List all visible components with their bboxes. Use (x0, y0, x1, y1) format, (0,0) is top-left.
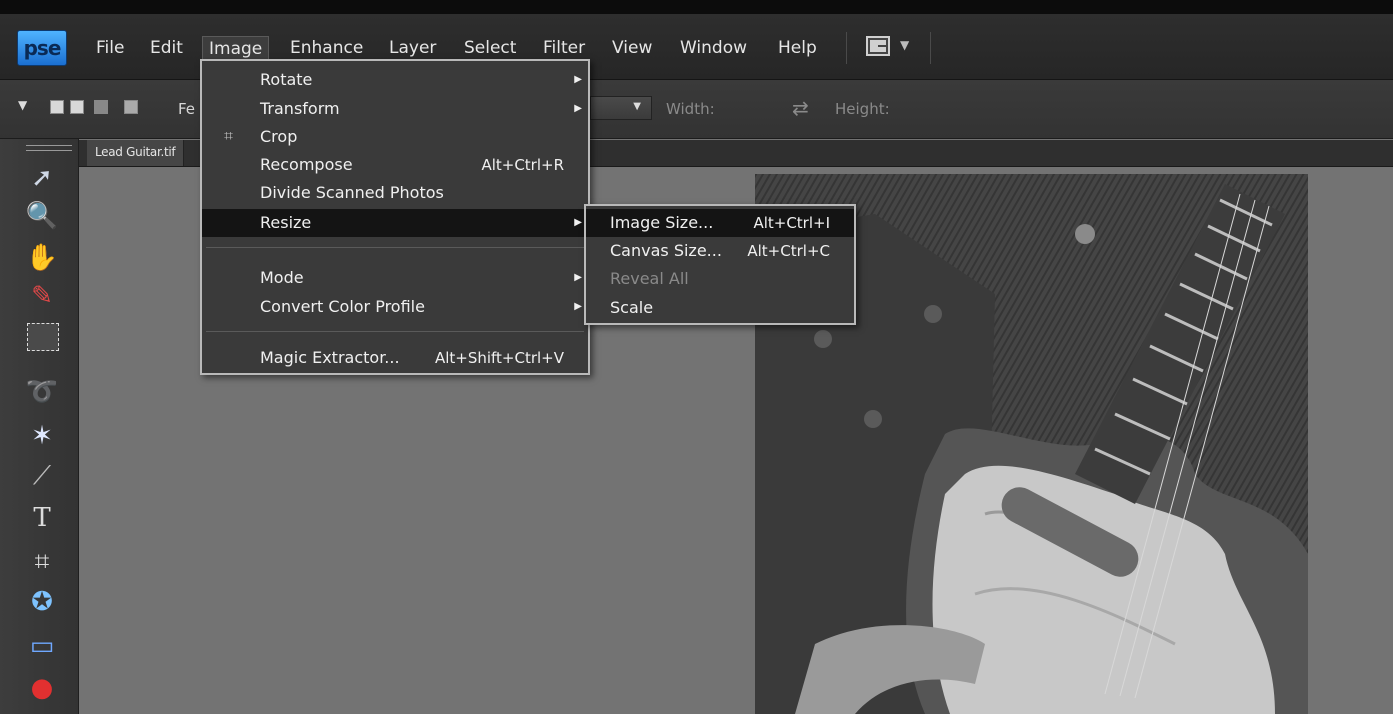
intersect-selection-icon[interactable] (124, 100, 138, 114)
document-tab[interactable]: Lead Guitar.tif (87, 140, 185, 166)
chevron-down-icon[interactable]: ▼ (900, 38, 909, 52)
menu-item-resize[interactable]: Resize ▶ (202, 209, 588, 237)
move-tool-icon[interactable]: ➚ (22, 161, 62, 195)
subtract-selection-icon[interactable] (94, 100, 108, 114)
menu-item-reveal-all: Reveal All (610, 269, 689, 288)
menu-item-mode[interactable]: Mode ▶ (202, 264, 588, 292)
menu-help[interactable]: Help (772, 36, 823, 60)
height-label: Height: (835, 100, 890, 118)
menu-separator (846, 32, 847, 64)
menu-item-convert-color-profile[interactable]: Convert Color Profile ▶ (202, 293, 588, 321)
menu-item-rotate[interactable]: Rotate ▶ (202, 66, 588, 94)
menu-item-scale[interactable]: Scale (586, 294, 854, 322)
crop-icon: ⌗ (224, 126, 234, 145)
menu-item-recompose[interactable]: Recompose Alt+Ctrl+R (202, 151, 588, 179)
menu-window[interactable]: Window (674, 36, 753, 60)
quick-selection-tool-icon[interactable]: ⟋ (22, 459, 62, 493)
mode-dropdown[interactable] (590, 96, 652, 120)
menu-separator (206, 331, 584, 332)
zoom-tool-icon[interactable]: 🔍 (22, 199, 62, 233)
menu-edit[interactable]: Edit (144, 36, 189, 60)
magic-wand-tool-icon[interactable]: ✶ (22, 419, 62, 453)
toolbox-grip[interactable] (26, 145, 72, 151)
menu-layer[interactable]: Layer (383, 36, 442, 60)
menu-separator (930, 32, 931, 64)
menu-image[interactable]: Image (202, 36, 270, 61)
lasso-tool-icon[interactable]: ➰ (22, 375, 62, 409)
layout-icon[interactable] (866, 36, 890, 56)
selection-mode-group (44, 98, 154, 116)
submenu-arrow-icon: ▶ (574, 103, 582, 114)
type-tool-icon[interactable]: T (22, 501, 62, 535)
menu-filter[interactable]: Filter (537, 36, 591, 60)
submenu-arrow-icon: ▶ (574, 74, 582, 85)
menu-item-image-size[interactable]: Image Size... Alt+Ctrl+I (586, 209, 854, 237)
menu-item-canvas-size[interactable]: Canvas Size... Alt+Ctrl+C (586, 237, 854, 265)
window-top-border (0, 0, 1393, 14)
new-selection-icon[interactable] (50, 100, 64, 114)
feather-label: Fe (178, 100, 196, 118)
cookie-cutter-tool-icon[interactable]: ✪ (22, 585, 62, 619)
submenu-arrow-icon: ▶ (574, 217, 582, 228)
hand-tool-icon[interactable]: ✋ (22, 241, 62, 275)
eyedropper-tool-icon[interactable]: ✎ (22, 279, 62, 313)
image-menu-dropdown: Rotate ▶ Transform ▶ ⌗ Crop Recompose Al… (200, 59, 590, 375)
menu-select[interactable]: Select (458, 36, 522, 60)
app-logo: pse (17, 30, 67, 66)
menu-item-magic-extractor[interactable]: Magic Extractor... Alt+Shift+Ctrl+V (202, 344, 588, 372)
tool-preset-chevron-icon[interactable]: ▼ (18, 98, 27, 112)
submenu-arrow-icon: ▶ (574, 272, 582, 283)
straighten-tool-icon[interactable]: ▭ (22, 629, 62, 663)
marquee-tool-icon[interactable] (27, 323, 59, 351)
menu-separator (206, 247, 584, 248)
menu-view[interactable]: View (606, 36, 658, 60)
resize-submenu: Image Size... Alt+Ctrl+I Canvas Size... … (584, 204, 856, 325)
red-eye-tool-icon[interactable]: ● (22, 671, 62, 705)
menu-file[interactable]: File (90, 36, 130, 60)
menu-enhance[interactable]: Enhance (284, 36, 369, 60)
toolbox: ➚ 🔍 ✋ ✎ ➰ ✶ ⟋ T ⌗ ✪ ▭ ● (0, 139, 79, 714)
menu-item-transform[interactable]: Transform ▶ (202, 95, 588, 123)
add-selection-icon[interactable] (70, 100, 84, 114)
swap-icon[interactable]: ⇄ (792, 96, 809, 120)
width-label: Width: (666, 100, 715, 118)
crop-tool-icon[interactable]: ⌗ (22, 545, 62, 579)
submenu-arrow-icon: ▶ (574, 301, 582, 312)
menu-item-divide-scanned-photos[interactable]: Divide Scanned Photos (202, 179, 588, 207)
menu-item-crop[interactable]: ⌗ Crop (202, 123, 588, 151)
